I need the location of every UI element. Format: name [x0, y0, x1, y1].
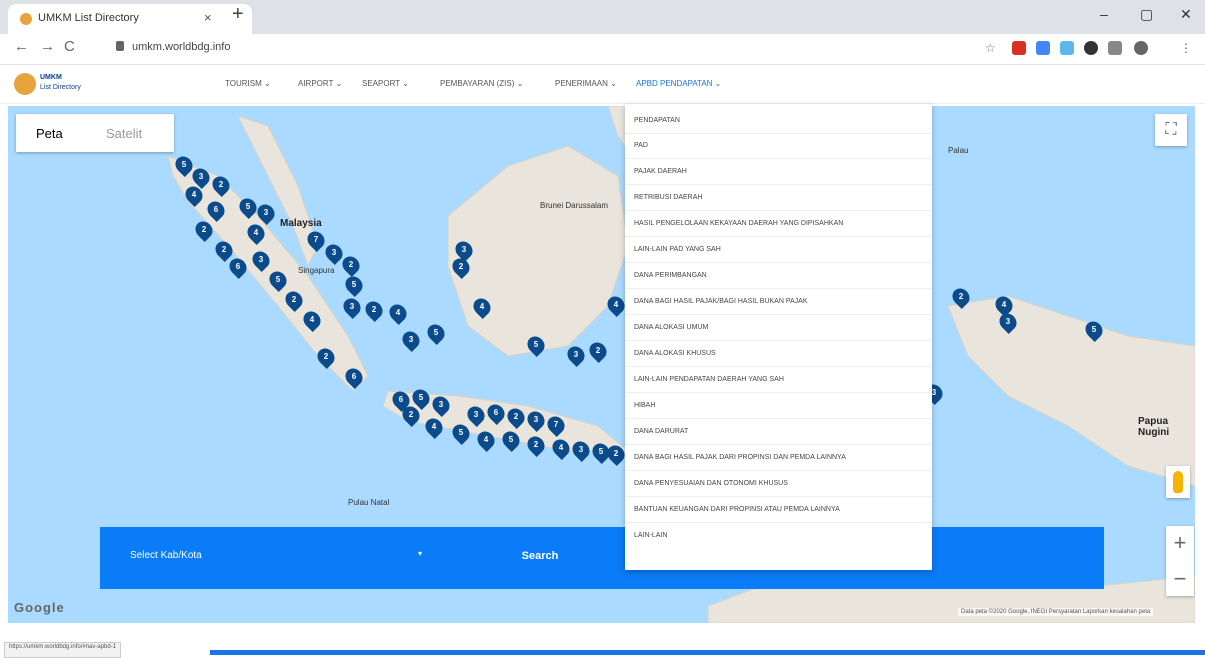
dropdown-item-label: DANA DARURAT	[634, 428, 689, 435]
dropdown-item[interactable]: DANA BAGI HASIL PAJAK DARI PROPINSI DAN …	[625, 446, 932, 471]
dropdown-item-label: DANA BAGI HASIL PAJAK/BAGI HASIL BUKAN P…	[634, 298, 808, 305]
browser-toolbar: ← → C umkm.worldbdg.info ☆ ⋮	[0, 34, 1205, 65]
dropdown-item[interactable]: DANA ALOKASI UMUM	[625, 316, 932, 341]
profile-icon[interactable]	[1134, 41, 1148, 55]
zoom-control: + −	[1166, 526, 1194, 596]
page-load-progress-bar	[210, 650, 1205, 655]
fullscreen-icon[interactable]: ⛶	[1155, 114, 1187, 146]
dropdown-item-label: DANA ALOKASI KHUSUS	[634, 350, 716, 357]
chevron-down-icon: ▾	[418, 549, 423, 558]
menu-kebab-icon[interactable]: ⋮	[1180, 41, 1194, 55]
dropdown-item[interactable]: LAIN-LAIN	[625, 524, 932, 548]
dropdown-item-label: HIBAH	[634, 402, 656, 409]
dropdown-item-label: HASIL PENGELOLAAN KEKAYAAN DAERAH YANG D…	[634, 220, 844, 227]
map-canvas[interactable]: Malaysia Singapura Brunei Darussalam Pap…	[8, 106, 1195, 623]
dropdown-item-label: BANTUAN KEUANGAN DARI PROPINSI ATAU PEMD…	[634, 506, 840, 513]
search-bar: Select Kab/Kota ▾ Search	[100, 527, 1104, 589]
extension-icon-blue[interactable]	[1036, 41, 1050, 55]
menu-tourism[interactable]: TOURISM ⌄	[225, 79, 271, 88]
dropdown-item[interactable]: PENDAPATAN	[625, 109, 932, 134]
favicon-icon	[20, 13, 32, 25]
dropdown-item[interactable]: DANA PERIMBANGAN	[625, 264, 932, 289]
dropdown-item[interactable]: DANA BAGI HASIL PAJAK/BAGI HASIL BUKAN P…	[625, 290, 932, 315]
map-label-palau: Palau	[948, 146, 969, 155]
menu-apbd-pendapatan[interactable]: APBD PENDAPATAN ⌄	[636, 79, 721, 88]
lock-icon	[116, 41, 124, 51]
dropdown-item-label: PAJAK DAERAH	[634, 168, 687, 175]
menu-penerimaan[interactable]: PENERIMAAN ⌄	[555, 79, 617, 88]
reload-icon[interactable]: C	[64, 38, 75, 55]
map-attribution[interactable]: Data peta ©2020 Google, INEGI Persyarata…	[958, 608, 1154, 616]
pegman-icon	[1173, 471, 1183, 493]
dropdown-item-label: LAIN-LAIN	[634, 532, 668, 539]
menu-airport[interactable]: AIRPORT ⌄	[298, 79, 342, 88]
map-type-control: Peta Satelit	[16, 114, 174, 152]
map-label-malaysia: Malaysia	[280, 218, 322, 229]
zoom-in-button[interactable]: +	[1166, 526, 1194, 560]
site-navbar: UMKM List Directory TOURISM ⌄ AIRPORT ⌄ …	[0, 65, 1205, 104]
street-view-button[interactable]	[1166, 466, 1190, 498]
logo-icon[interactable]	[14, 73, 36, 95]
new-tab-button[interactable]: +	[232, 3, 244, 26]
dropdown-item-label: DANA PERIMBANGAN	[634, 272, 707, 279]
url-text: umkm.worldbdg.info	[132, 41, 231, 53]
menu-seaport[interactable]: SEAPORT ⌄	[362, 79, 409, 88]
logo-subtitle: List Directory	[40, 84, 81, 91]
browser-tab[interactable]: UMKM List Directory ×	[8, 4, 252, 34]
map-type-satellite-button[interactable]: Satelit	[106, 126, 142, 141]
dropdown-item-label: PENDAPATAN	[634, 117, 680, 124]
dropdown-item-label: LAIN-LAIN PENDAPATAN DAERAH YANG SAH	[634, 376, 784, 383]
map-type-map-button[interactable]: Peta	[36, 126, 63, 141]
status-url-bubble: https://umkm.worldbdg.info/#nav-apbd-1	[4, 642, 122, 658]
star-icon[interactable]: ☆	[985, 41, 999, 55]
logo-title: UMKM	[40, 74, 62, 81]
dropdown-item[interactable]: LAIN-LAIN PENDAPATAN DAERAH YANG SAH	[625, 368, 932, 393]
apbd-dropdown-menu: PENDAPATAN PAD PAJAK DAERAH RETRIBUSI DA…	[625, 104, 932, 570]
dropdown-item[interactable]: LAIN-LAIN PAD YANG SAH	[625, 238, 932, 263]
map-label-papua: Papua Nugini	[1138, 416, 1170, 438]
dropdown-item-label: DANA PENYESUAIAN DAN OTONOMI KHUSUS	[634, 480, 788, 487]
dropdown-item[interactable]: PAJAK DAERAH	[625, 160, 932, 185]
extension-icon-gray[interactable]	[1108, 41, 1122, 55]
tab-title: UMKM List Directory	[38, 12, 139, 24]
extension-icon-red[interactable]	[1012, 41, 1026, 55]
extension-icon-lightblue[interactable]	[1060, 41, 1074, 55]
dropdown-item[interactable]: PAD	[625, 134, 932, 159]
dropdown-item[interactable]: DANA DARURAT	[625, 420, 932, 445]
zoom-out-button[interactable]: −	[1166, 562, 1194, 596]
address-bar[interactable]: umkm.worldbdg.info	[110, 37, 970, 59]
dropdown-item[interactable]: HASIL PENGELOLAAN KEKAYAAN DAERAH YANG D…	[625, 212, 932, 237]
maximize-button[interactable]: ▢	[1140, 6, 1153, 23]
map-label-pulau-natal: Pulau Natal	[348, 498, 390, 507]
dropdown-item[interactable]: DANA PENYESUAIAN DAN OTONOMI KHUSUS	[625, 472, 932, 497]
dropdown-item-label: DANA ALOKASI UMUM	[634, 324, 709, 331]
close-window-button[interactable]: ✕	[1180, 6, 1192, 23]
forward-icon[interactable]: →	[40, 38, 55, 55]
dropdown-item[interactable]: HIBAH	[625, 394, 932, 419]
back-icon[interactable]: ←	[14, 38, 29, 55]
map-label-singapore: Singapura	[298, 266, 335, 275]
dropdown-item-label: PAD	[634, 142, 648, 149]
dropdown-item-label: DANA BAGI HASIL PAJAK DARI PROPINSI DAN …	[634, 454, 846, 461]
minimize-button[interactable]: –	[1100, 6, 1108, 22]
search-button[interactable]: Search	[500, 541, 580, 571]
google-logo: Google	[14, 600, 65, 615]
extension-icon-dark[interactable]	[1084, 41, 1098, 55]
map-label-brunei: Brunei Darussalam	[540, 201, 609, 210]
menu-pembayaran[interactable]: PEMBAYARAN (ZIS) ⌄	[440, 79, 523, 88]
tab-close-icon[interactable]: ×	[204, 10, 212, 25]
browser-tab-bar: UMKM List Directory × + – ▢ ✕	[0, 0, 1205, 34]
dropdown-item[interactable]: RETRIBUSI DAERAH	[625, 186, 932, 211]
kab-kota-select[interactable]: Select Kab/Kota ▾	[118, 541, 428, 571]
dropdown-item[interactable]: DANA ALOKASI KHUSUS	[625, 342, 932, 367]
dropdown-item-label: LAIN-LAIN PAD YANG SAH	[634, 246, 721, 253]
dropdown-item[interactable]: BANTUAN KEUANGAN DARI PROPINSI ATAU PEMD…	[625, 498, 932, 523]
dropdown-item-label: RETRIBUSI DAERAH	[634, 194, 703, 201]
select-placeholder: Select Kab/Kota	[130, 550, 202, 561]
